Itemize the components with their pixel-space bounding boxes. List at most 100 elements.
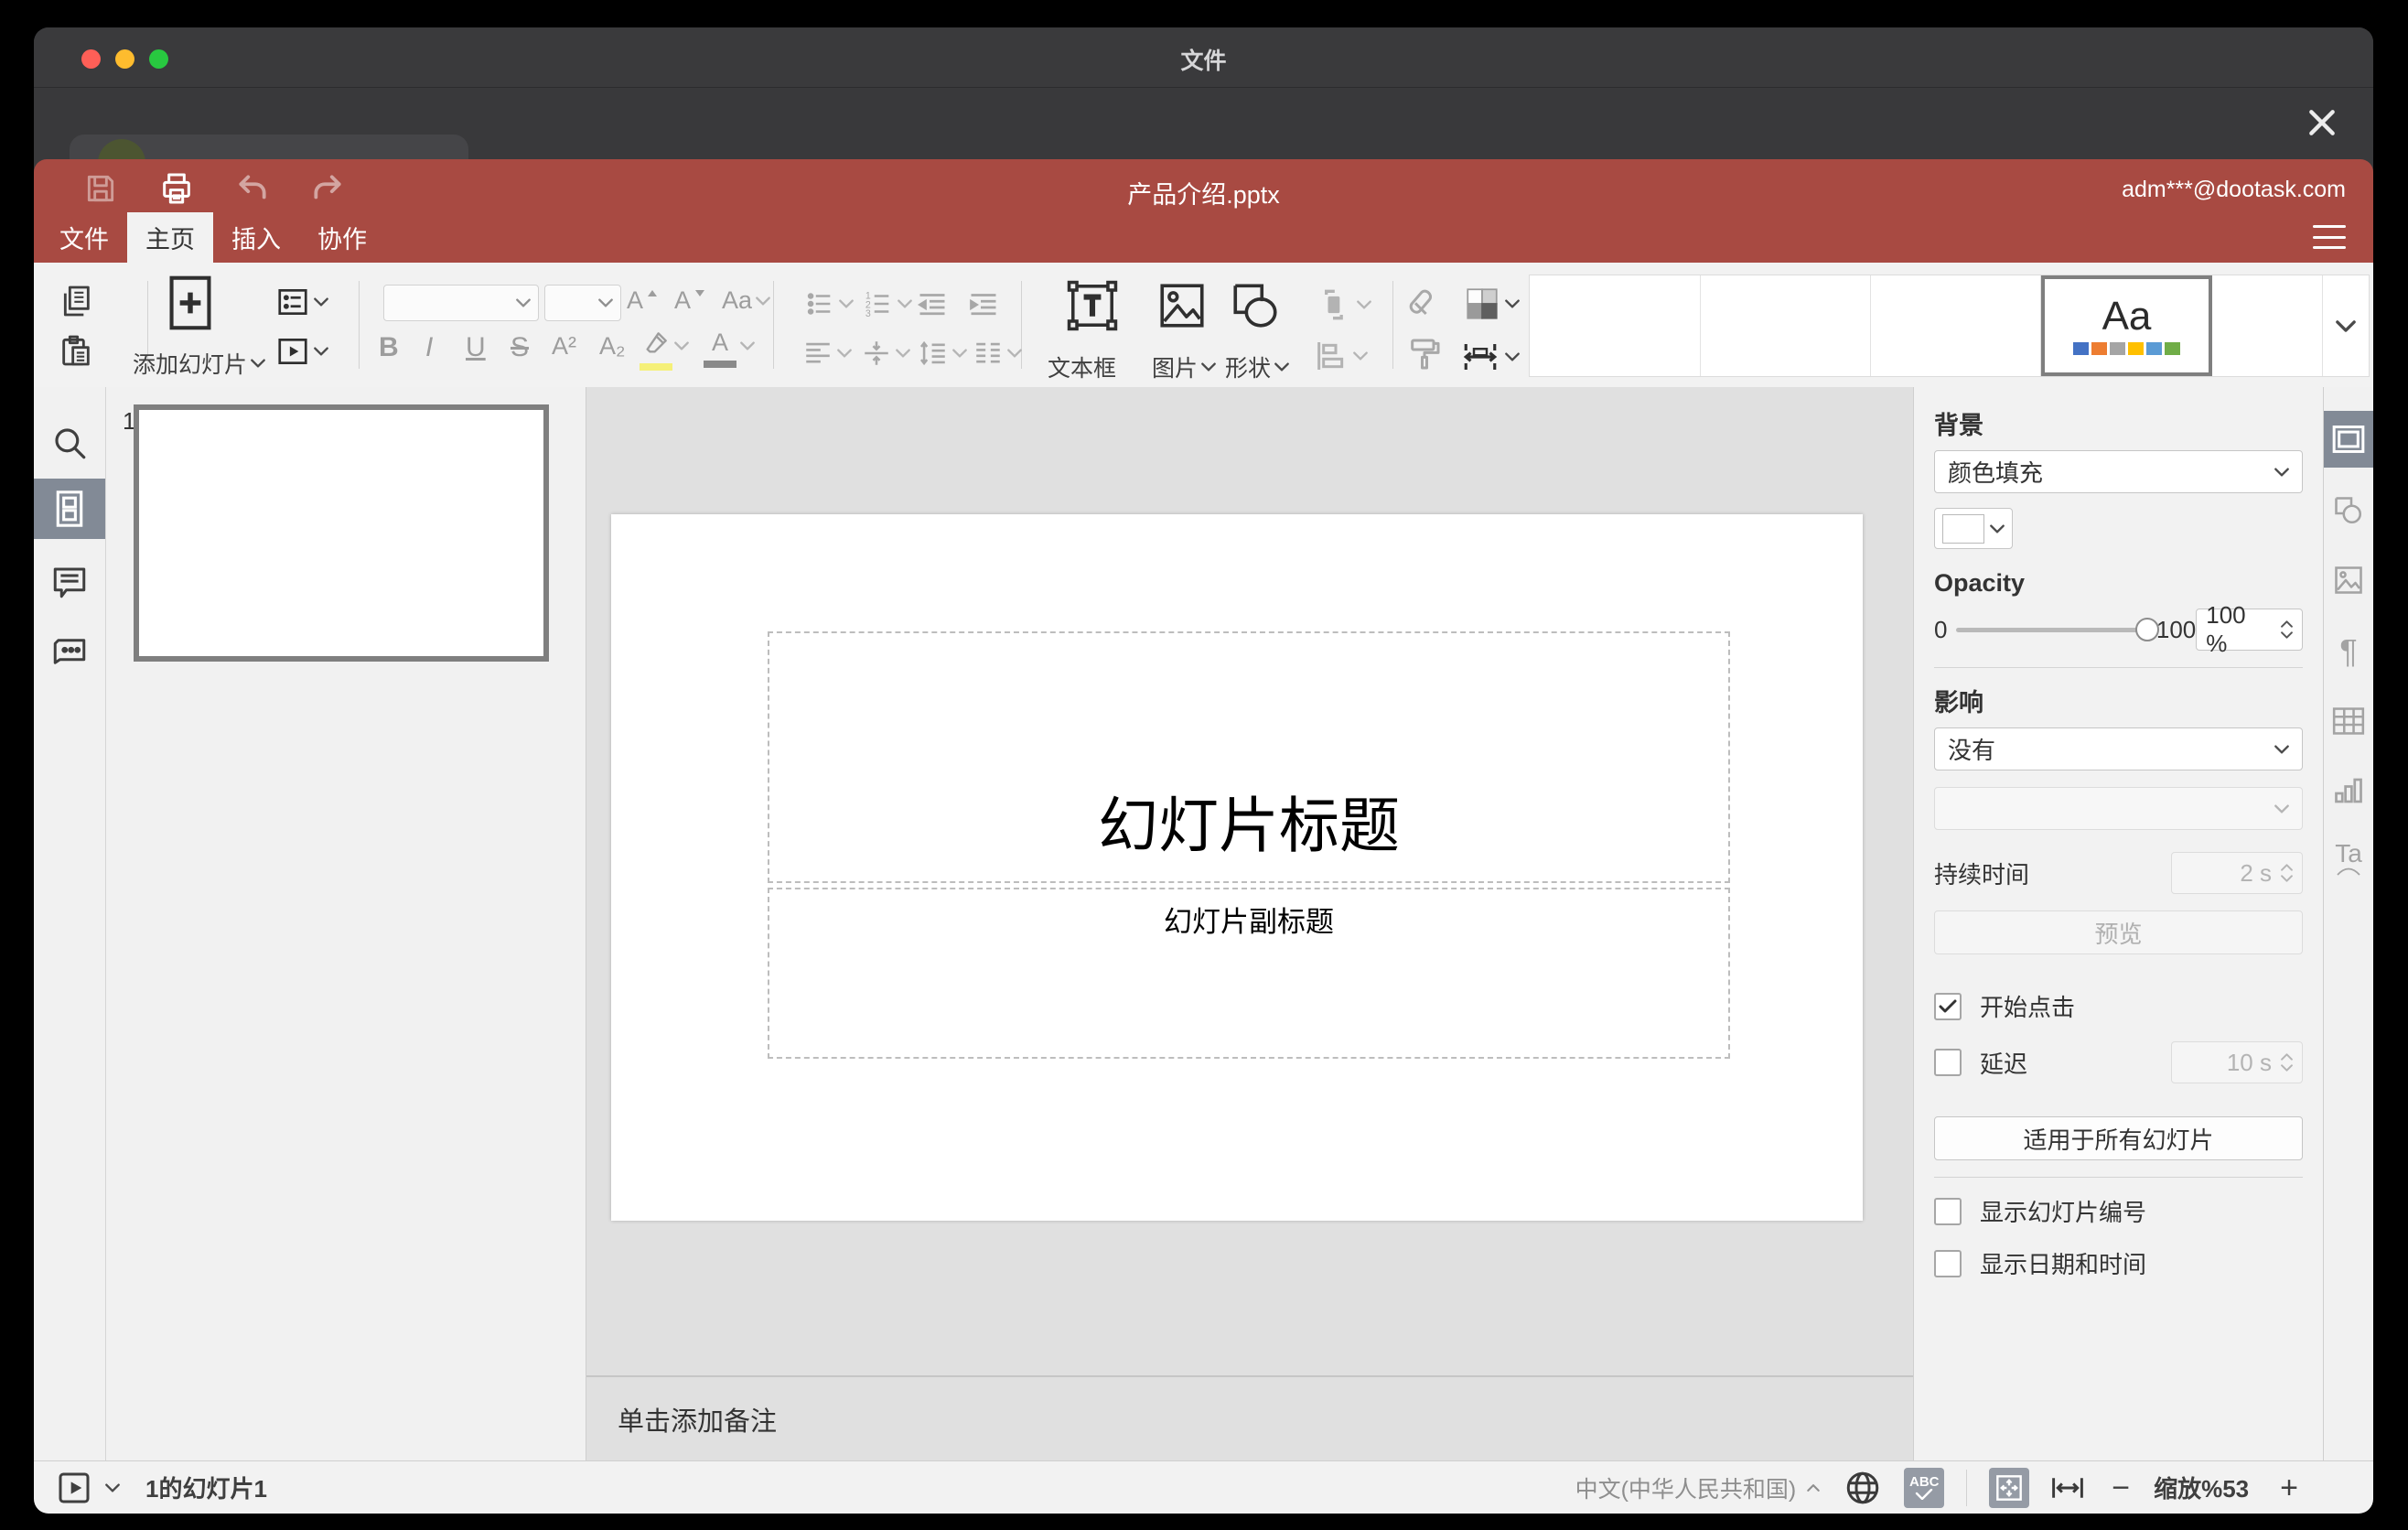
start-slideshow-status-icon[interactable] xyxy=(56,1470,92,1506)
theme-blank-1[interactable] xyxy=(1530,275,1701,376)
tab-home[interactable]: 主页 xyxy=(127,212,213,263)
fit-slide-icon[interactable] xyxy=(1989,1467,2030,1508)
fill-type-select[interactable]: 颜色填充 xyxy=(1934,450,2303,493)
decrease-indent-icon[interactable] xyxy=(916,288,949,321)
clear-style-icon[interactable] xyxy=(1406,286,1443,323)
slide-size-icon[interactable] xyxy=(1459,338,1520,376)
theme-selected[interactable]: Aa xyxy=(2041,275,2212,376)
delay-row: 延迟 10 s xyxy=(1934,1041,2303,1083)
fill-color-picker[interactable] xyxy=(1934,508,2013,549)
duration-spinner[interactable]: 2 s xyxy=(2171,852,2303,894)
align-shapes-icon[interactable] xyxy=(1313,338,1368,374)
columns-icon[interactable] xyxy=(973,338,1022,369)
zoom-level: 缩放%53 xyxy=(2154,1475,2250,1503)
underline-button[interactable]: U xyxy=(466,334,486,361)
paste-icon[interactable] xyxy=(58,332,94,369)
vertical-align-icon[interactable] xyxy=(861,338,910,369)
insert-image-button[interactable]: 图片 xyxy=(1152,350,1216,383)
slides-panel-icon[interactable] xyxy=(34,479,105,539)
slide-canvas[interactable]: 幻灯片标题 幻灯片副标题 xyxy=(611,514,1863,1221)
set-language-icon[interactable] xyxy=(1844,1469,1882,1507)
fit-width-icon[interactable] xyxy=(2049,1471,2086,1504)
zoom-out-button[interactable]: − xyxy=(2112,1472,2130,1503)
theme-blank-3[interactable] xyxy=(1871,275,2041,376)
insert-image-icon[interactable] xyxy=(1156,279,1209,332)
language-chevron[interactable] xyxy=(1807,1484,1820,1492)
notes-area[interactable]: 单击添加备注 xyxy=(586,1375,1913,1460)
font-color-icon[interactable]: A xyxy=(704,330,736,368)
textbox-icon[interactable] xyxy=(1064,275,1121,336)
comments-icon[interactable] xyxy=(34,552,105,612)
formatting-toolbar: 添加幻灯片 A A Aa B I U S A² A₂ A 1 2 3 文本框 图… xyxy=(34,263,2373,387)
slide-layout-button[interactable] xyxy=(275,285,328,319)
shape-settings-icon[interactable] xyxy=(2324,482,2373,539)
highlight-color-icon[interactable] xyxy=(640,329,672,371)
account-email: adm***@dootask.com xyxy=(2122,177,2346,202)
tab-file[interactable]: 文件 xyxy=(41,212,127,263)
preview-button[interactable]: 预览 xyxy=(1934,910,2303,954)
font-size-select[interactable] xyxy=(544,285,621,321)
font-color-chevron[interactable] xyxy=(740,341,755,350)
textbox-button[interactable]: 文本框 xyxy=(1048,350,1116,383)
arrange-icon[interactable] xyxy=(1313,285,1371,325)
bullet-list-icon[interactable] xyxy=(804,288,854,319)
strikethrough-button[interactable]: S xyxy=(511,334,529,361)
slide-thumbnail[interactable] xyxy=(134,404,549,662)
chart-settings-icon[interactable] xyxy=(2324,762,2373,819)
insert-shape-icon[interactable] xyxy=(1229,279,1282,332)
copy-icon[interactable] xyxy=(58,283,94,319)
theme-blank-4[interactable] xyxy=(2212,275,2323,376)
table-settings-icon[interactable] xyxy=(2324,693,2373,749)
zoom-in-button[interactable]: + xyxy=(2280,1472,2298,1503)
font-name-select[interactable] xyxy=(383,285,539,321)
search-icon[interactable] xyxy=(34,413,105,473)
chat-icon[interactable] xyxy=(34,621,105,682)
svg-text:3: 3 xyxy=(865,308,871,319)
subtitle-placeholder[interactable]: 幻灯片副标题 xyxy=(768,888,1730,1059)
slide-settings-panel: 背景 颜色填充 Opacity 0 100 100 % 影响 没有 持续时间 2… xyxy=(1913,387,2323,1460)
spellcheck-icon[interactable]: ABC xyxy=(1904,1467,1945,1508)
language-selector[interactable]: 中文(中华人民共和国) xyxy=(1575,1471,1797,1504)
opacity-slider-knob[interactable] xyxy=(2134,617,2159,641)
tab-collaboration[interactable]: 协作 xyxy=(299,212,385,263)
title-placeholder[interactable]: 幻灯片标题 xyxy=(768,631,1730,883)
copy-style-icon[interactable] xyxy=(1406,336,1443,372)
show-datetime-checkbox[interactable] xyxy=(1934,1249,1962,1277)
slideshow-options-chevron[interactable] xyxy=(105,1483,120,1492)
image-settings-icon[interactable] xyxy=(2324,552,2373,609)
start-slideshow-button[interactable] xyxy=(275,334,328,369)
insert-shape-button[interactable]: 形状 xyxy=(1225,350,1289,383)
slide-settings-icon[interactable] xyxy=(2324,411,2373,468)
horizontal-align-icon[interactable] xyxy=(802,338,852,369)
apply-all-button[interactable]: 适用于所有幻灯片 xyxy=(1934,1116,2303,1160)
theme-gallery-expand[interactable] xyxy=(2323,275,2368,376)
effect-type-select[interactable] xyxy=(1934,787,2303,830)
add-slide-button[interactable]: 添加幻灯片 xyxy=(133,347,265,380)
superscript-button[interactable]: A² xyxy=(552,334,576,359)
textart-settings-icon[interactable]: Ta xyxy=(2324,830,2373,887)
numbered-list-icon[interactable]: 123 xyxy=(863,288,912,319)
delay-checkbox[interactable] xyxy=(1934,1049,1962,1076)
start-click-checkbox[interactable] xyxy=(1934,992,1962,1020)
effect-select[interactable]: 没有 xyxy=(1934,727,2303,770)
menu-icon[interactable] xyxy=(2313,225,2346,249)
increase-indent-icon[interactable] xyxy=(967,288,1000,321)
highlight-color-chevron[interactable] xyxy=(674,341,689,350)
close-icon[interactable] xyxy=(2304,104,2340,141)
opacity-value-spinner[interactable]: 100 % xyxy=(2196,601,2303,657)
italic-button[interactable]: I xyxy=(425,334,433,361)
tab-insert[interactable]: 插入 xyxy=(213,212,299,263)
show-slide-number-checkbox[interactable] xyxy=(1934,1197,1962,1225)
line-spacing-icon[interactable] xyxy=(918,338,967,369)
change-case-button[interactable]: Aa xyxy=(722,288,770,313)
subscript-button[interactable]: A₂ xyxy=(599,334,626,359)
delay-spinner[interactable]: 10 s xyxy=(2171,1041,2303,1083)
theme-blank-2[interactable] xyxy=(1701,275,1871,376)
increase-font-icon[interactable]: A xyxy=(627,288,658,313)
bold-button[interactable]: B xyxy=(379,334,399,361)
color-scheme-icon[interactable] xyxy=(1463,285,1520,323)
opacity-slider[interactable] xyxy=(1956,617,2159,641)
add-slide-icon[interactable] xyxy=(167,274,213,332)
paragraph-settings-icon[interactable]: ¶ xyxy=(2324,623,2373,680)
decrease-font-icon[interactable]: A xyxy=(674,288,705,313)
